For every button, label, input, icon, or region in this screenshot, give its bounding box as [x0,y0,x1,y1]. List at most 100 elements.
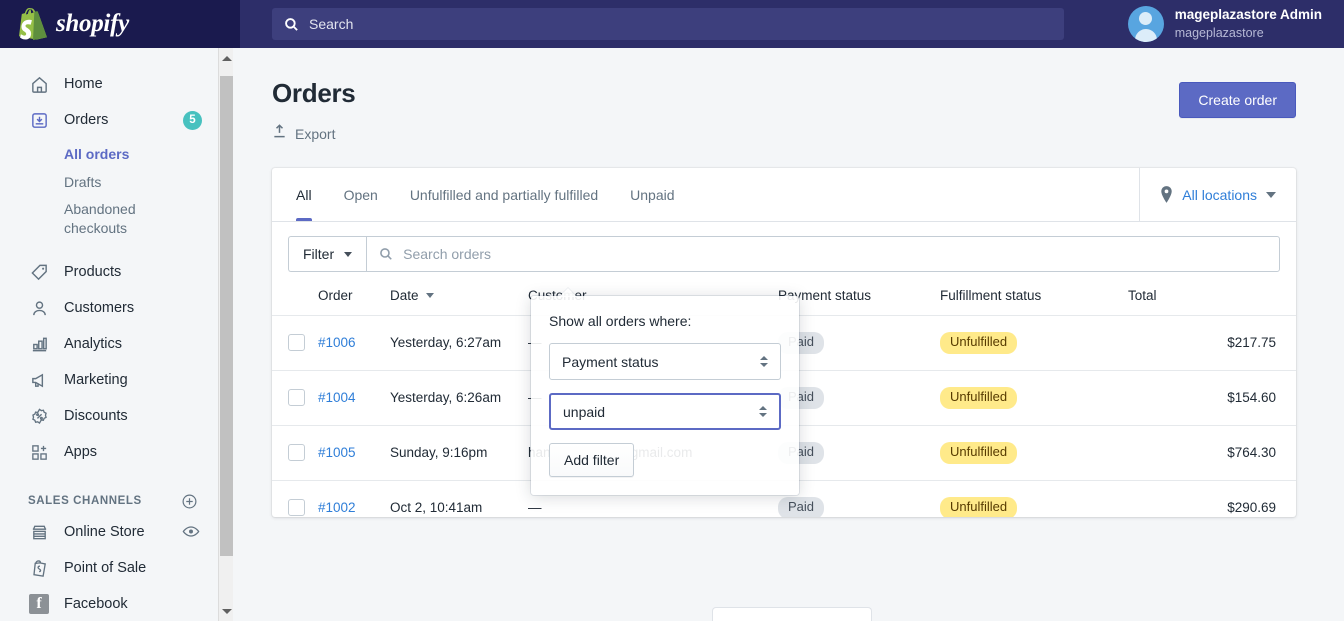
col-date[interactable]: Date [390,274,528,316]
row-order[interactable]: #1005 [318,425,390,481]
filter-button[interactable]: Filter [288,236,367,272]
filter-popover-heading: Show all orders where: [549,313,692,329]
sidebar-item-home[interactable]: Home [0,68,240,100]
all-locations-selector[interactable]: All locations [1139,168,1296,221]
tab-unpaid[interactable]: Unpaid [614,168,690,221]
row-total: $290.69 [1128,480,1296,517]
tab-label: Unpaid [630,186,675,203]
sidebar-subitem-label: All orders [64,146,130,162]
chevron-down-icon [344,251,353,257]
row-total: $764.30 [1128,425,1296,481]
export-label: Export [295,125,336,142]
sidebar-right-edge [233,48,240,621]
sidebar-item-analytics[interactable]: Analytics [0,328,240,360]
status-badge: Paid [778,496,825,517]
order-link[interactable]: #1006 [318,335,356,350]
scroll-up-arrow-icon[interactable] [220,50,233,66]
add-filter-button[interactable]: Add filter [549,443,635,477]
sidebar-item-label: Customers [64,300,135,316]
sidebar-subitem-label: Abandoned checkouts [64,201,136,236]
tab-unfulfilled-and-partially-fulfilled[interactable]: Unfulfilled and partially fulfilled [394,168,614,221]
create-order-button[interactable]: Create order [1179,82,1296,118]
top-bar: Search mageplazastore Admin mageplazasto… [240,0,1344,48]
row-date: Oct 2, 10:41am [390,480,528,517]
filter-value-select[interactable]: unpaid [549,393,781,430]
export-button[interactable]: Export [272,123,355,144]
shopify-logo[interactable]: shopify [18,7,129,41]
chevron-down-icon [425,293,434,298]
main-area: Search mageplazastore Admin mageplazasto… [240,0,1344,621]
orders-count-badge: 5 [183,110,202,130]
order-link[interactable]: #1005 [318,445,356,460]
filter-value-value: unpaid [563,403,606,420]
row-checkbox[interactable] [288,444,305,462]
user-menu[interactable]: mageplazastore Admin mageplazastore [1127,6,1344,42]
sidebar-item-drafts[interactable]: Drafts [0,168,240,196]
row-order[interactable]: #1004 [318,370,390,426]
sidebar-item-apps[interactable]: Apps [0,436,240,468]
sidebar-item-label: Facebook [64,596,128,612]
row-fulfillment-status: Unfulfilled [940,315,1128,371]
shopify-bag-logo-icon [19,7,47,40]
brand-bar: shopify [0,0,240,48]
sidebar-item-marketing[interactable]: Marketing [0,364,240,396]
scroll-down-arrow-icon[interactable] [220,603,233,619]
brand-name: shopify [56,10,129,37]
sidebar-item-orders[interactable]: Orders 5 [0,104,240,136]
sidebar-item-point-of-sale[interactable]: Point of Sale [0,552,240,584]
percent-badge-icon [28,405,50,427]
tab-label: Unfulfilled and partially fulfilled [409,186,599,203]
sidebar-item-all-orders[interactable]: All orders [0,140,240,168]
row-order[interactable]: #1006 [318,315,390,371]
row-checkbox[interactable] [288,389,305,407]
search-input[interactable]: Search [272,8,1064,40]
row-fulfillment-status: Unfulfilled [940,370,1128,426]
filter-field-select[interactable]: Payment status [549,343,781,380]
row-checkbox-cell [272,425,318,481]
row-checkbox-cell [272,480,318,517]
sidebar-item-abandoned-checkouts[interactable]: Abandoned checkouts [0,196,240,242]
scrollbar-thumb[interactable] [220,76,233,556]
sidebar-item-label: Analytics [64,336,123,352]
sidebar-item-online-store[interactable]: Online Store [0,516,240,548]
page-footer-nub [712,607,872,621]
tab-all[interactable]: All [280,168,328,221]
order-link[interactable]: #1004 [318,390,356,405]
filter-row: Filter Search orders [272,222,1296,274]
bar-chart-icon [28,333,50,355]
sidebar-item-customers[interactable]: Customers [0,292,240,324]
row-checkbox[interactable] [288,334,305,352]
sidebar-item-facebook[interactable]: f Facebook [0,588,240,620]
sidebar-scrollbar[interactable] [218,48,233,621]
tab-open[interactable]: Open [328,168,394,221]
apps-grid-plus-icon [28,441,50,463]
upload-icon [272,123,287,144]
sidebar-item-products[interactable]: Products [0,256,240,288]
row-payment-status: Paid [778,315,940,371]
order-link[interactable]: #1002 [318,500,356,515]
col-select-all [272,274,318,316]
row-payment-status: Paid [778,480,940,517]
row-date: Yesterday, 6:26am [390,370,528,426]
eye-icon[interactable] [182,525,200,539]
page-header: Orders Export Create order [272,78,1296,144]
row-checkbox[interactable] [288,499,305,517]
search-orders-input[interactable]: Search orders [366,236,1280,272]
status-badge: Unfulfilled [940,386,1018,409]
row-order[interactable]: #1002 [318,480,390,517]
status-badge: Unfulfilled [940,332,1018,354]
sidebar-subitem-label: Drafts [64,174,102,190]
tag-icon [28,261,50,283]
status-badge: Unfulfilled [940,496,1018,517]
user-name: mageplazastore Admin [1174,7,1322,23]
page-title: Orders [272,78,356,108]
sidebar-item-discounts[interactable]: Discounts [0,400,240,432]
user-store: mageplazastore [1174,25,1264,40]
plus-circle-icon[interactable] [181,493,198,510]
row-checkbox-cell [272,370,318,426]
sidebar-item-label: Home [64,76,103,92]
search-orders-placeholder: Search orders [403,246,492,262]
orders-inbox-icon [28,109,50,131]
updown-stepper-icon [759,406,767,417]
tab-label: Open [343,186,378,203]
